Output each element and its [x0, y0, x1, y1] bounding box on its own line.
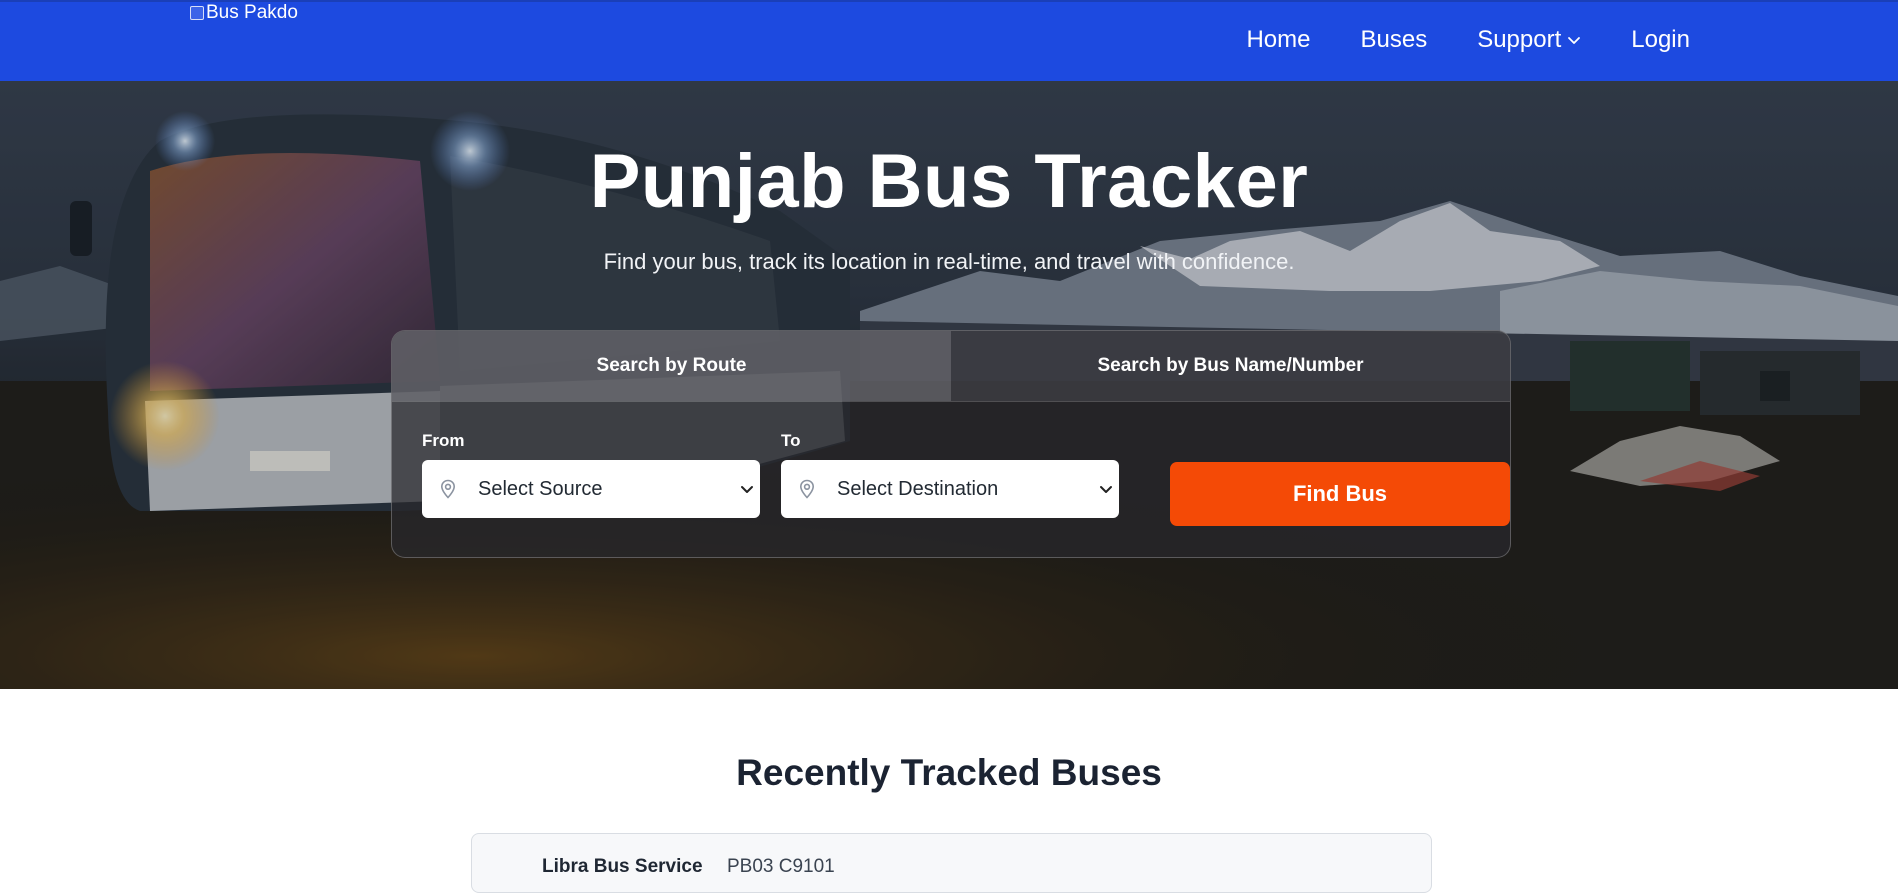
- to-field: To Select Destination: [781, 431, 1119, 518]
- find-bus-button[interactable]: Find Bus: [1170, 462, 1510, 526]
- nav-links: Home Buses Support Login: [1246, 26, 1690, 54]
- nav-home-label: Home: [1246, 26, 1311, 53]
- recent-bus-card[interactable]: Libra Bus Service PB03 C9101: [471, 833, 1432, 893]
- chevron-down-icon: [1100, 486, 1112, 493]
- source-select-value: Select Source: [478, 477, 603, 500]
- search-tabs: Search by Route Search by Bus Name/Numbe…: [392, 331, 1510, 402]
- hero-subtitle: Find your bus, track its location in rea…: [603, 249, 1295, 274]
- nav-support-label: Support: [1477, 26, 1562, 53]
- nav-home[interactable]: Home: [1246, 26, 1310, 54]
- broken-image-icon: [190, 6, 204, 20]
- from-field: From Select Source: [422, 431, 760, 518]
- recent-section-title: Recently Tracked Buses: [736, 752, 1162, 793]
- chevron-down-icon: [741, 486, 753, 493]
- map-pin-icon: [440, 479, 456, 499]
- tab-search-by-bus[interactable]: Search by Bus Name/Number: [951, 331, 1510, 401]
- from-label: From: [422, 431, 465, 450]
- nav-support[interactable]: Support: [1477, 26, 1581, 54]
- nav-buses[interactable]: Buses: [1361, 26, 1428, 54]
- source-select[interactable]: Select Source: [422, 460, 760, 518]
- hero-section: Punjab Bus Tracker Find your bus, track …: [0, 81, 1898, 689]
- nav-login-label: Login: [1631, 26, 1690, 53]
- nav-buses-label: Buses: [1360, 26, 1428, 53]
- navbar: Bus Pakdo Home Buses Support Login: [0, 0, 1898, 81]
- destination-select[interactable]: Select Destination: [781, 460, 1119, 518]
- logo[interactable]: Bus Pakdo: [190, 2, 298, 24]
- logo-alt-text: Bus Pakdo: [206, 2, 298, 23]
- hero-title: Punjab Bus Tracker: [589, 139, 1309, 224]
- destination-select-value: Select Destination: [837, 477, 999, 500]
- to-label: To: [781, 431, 801, 450]
- tab-search-by-route[interactable]: Search by Route: [392, 331, 951, 401]
- map-pin-icon: [799, 479, 815, 499]
- nav-login[interactable]: Login: [1631, 26, 1690, 54]
- search-card: Search by Route Search by Bus Name/Numbe…: [391, 330, 1511, 558]
- recent-bus-name: Libra Bus Service: [542, 856, 703, 877]
- recent-bus-number: PB03 C9101: [727, 856, 835, 877]
- search-form: From Select Source To Select Destination…: [422, 431, 1510, 541]
- chevron-down-icon: [1568, 37, 1581, 44]
